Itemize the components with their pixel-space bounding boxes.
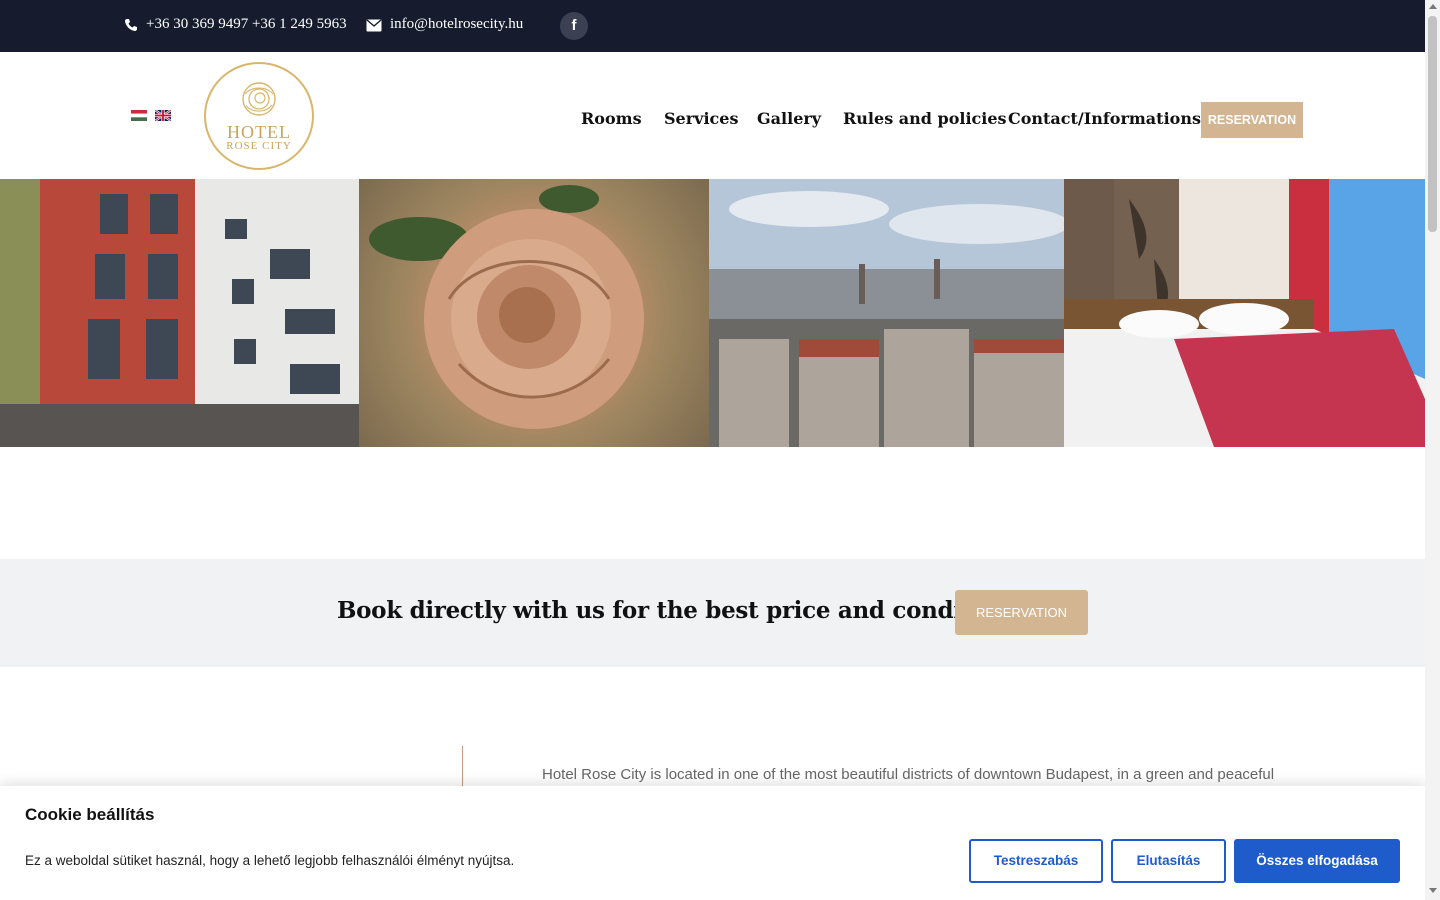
section-divider — [462, 746, 463, 786]
nav-contact[interactable]: Contact/Informations — [1008, 109, 1201, 128]
scrollbar-thumb[interactable] — [1428, 16, 1437, 232]
nav-services[interactable]: Services — [664, 109, 738, 128]
email-link[interactable]: info@hotelrosecity.hu — [390, 16, 523, 33]
rose-icon — [242, 82, 276, 116]
cookie-description: Ez a weboldal sütiket használ, hogy a le… — [25, 853, 515, 868]
logo-line-2: ROSE CITY — [226, 140, 292, 152]
reservation-button[interactable]: RESERVATION — [1201, 102, 1303, 138]
intro-paragraph: Hotel Rose City is located in one of the… — [542, 766, 1275, 783]
top-bar: +36 30 369 9497 +36 1 249 5963 info@hote… — [0, 0, 1425, 52]
english-flag-icon[interactable] — [155, 110, 171, 121]
bedroom-photo — [1064, 179, 1425, 447]
facebook-icon[interactable]: f — [560, 12, 588, 40]
mail-icon — [366, 19, 382, 32]
site-header: HOTEL ROSE CITY Rooms Services Gallery R… — [0, 52, 1425, 179]
scroll-up-arrow-icon[interactable] — [1429, 4, 1437, 9]
hotel-facade-photo — [0, 179, 359, 447]
nav-rooms[interactable]: Rooms — [581, 109, 642, 128]
hungarian-flag-icon[interactable] — [131, 110, 147, 121]
cookie-reject-button[interactable]: Elutasítás — [1111, 839, 1226, 883]
banner-reservation-button[interactable]: RESERVATION — [955, 590, 1088, 635]
cookie-accept-all-button[interactable]: Összes elfogadása — [1234, 839, 1400, 883]
budapest-city-photo — [709, 179, 1064, 447]
rose-photo — [359, 179, 709, 447]
nav-gallery[interactable]: Gallery — [757, 109, 821, 128]
phone-numbers[interactable]: +36 30 369 9497 +36 1 249 5963 — [146, 16, 347, 33]
page-scrollbar[interactable] — [1425, 0, 1440, 900]
nav-rules-and-policies[interactable]: Rules and policies — [843, 109, 1007, 128]
scroll-down-arrow-icon[interactable] — [1429, 888, 1437, 893]
phone-icon — [125, 19, 137, 31]
hotel-logo[interactable]: HOTEL ROSE CITY — [204, 62, 314, 170]
booking-headline: Book directly with us for the best price… — [337, 597, 1033, 624]
cookie-banner: Cookie beállítás Ez a weboldal sütiket h… — [0, 786, 1425, 900]
booking-banner: Book directly with us for the best price… — [0, 559, 1425, 667]
cookie-customize-button[interactable]: Testreszabás — [969, 839, 1103, 883]
cookie-title: Cookie beállítás — [25, 805, 155, 824]
